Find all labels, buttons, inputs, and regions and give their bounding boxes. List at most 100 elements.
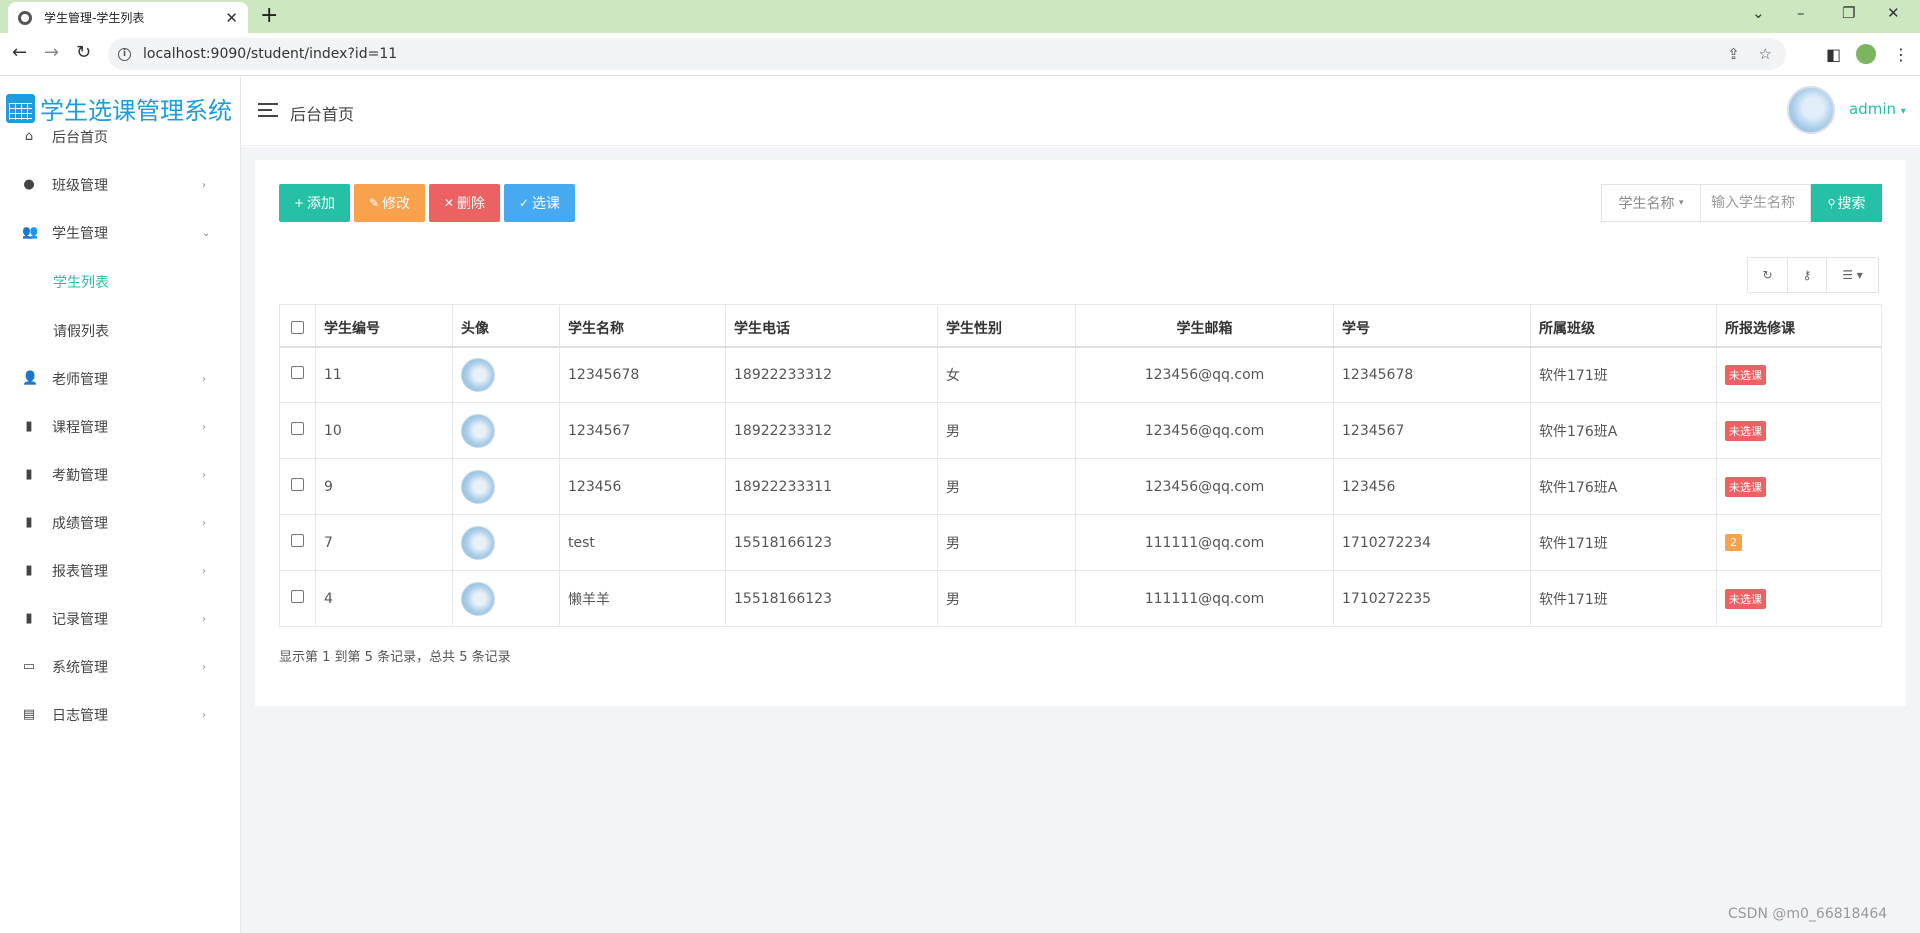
cell-class: 软件171班 (1530, 346, 1717, 403)
column-header[interactable]: 所报选修课 (1716, 304, 1882, 348)
row-checkbox[interactable] (291, 422, 304, 435)
columns-icon[interactable]: ☰ ▾ (1827, 258, 1878, 292)
table-row[interactable]: 11 12345678 18922233312 女 123456@qq.com … (279, 346, 1882, 403)
back-icon[interactable]: ← (12, 42, 27, 63)
course-count-badge: 2 (1725, 534, 1742, 551)
user-avatar[interactable] (1787, 86, 1835, 134)
bookmark-star-icon[interactable]: ☆ (1759, 45, 1772, 63)
add-button[interactable]: + 添加 (279, 184, 350, 222)
row-select-cell (279, 346, 316, 403)
avatar[interactable] (461, 357, 495, 392)
search-button[interactable]: ⚲ 搜索 (1811, 184, 1882, 222)
avatar[interactable] (461, 469, 495, 504)
users-icon: 👥 (22, 225, 39, 240)
window-close-icon[interactable]: ✕ (1887, 4, 1900, 22)
search-field-select[interactable]: 学生名称 ▾ (1601, 184, 1700, 222)
cell-phone: 18922233312 (725, 402, 938, 459)
select-all-checkbox[interactable] (291, 320, 304, 334)
cell-course: 未选课 (1716, 570, 1882, 627)
sidebar-item-course[interactable]: ▮ 课程管理 › (0, 403, 240, 451)
search-input[interactable] (1700, 184, 1811, 222)
cell-id: 9 (315, 458, 453, 515)
sidebar-item-teacher[interactable]: 👤 老师管理 › (0, 355, 240, 403)
cell-gender: 女 (937, 346, 1076, 403)
sidebar-item-system[interactable]: ▭ 系统管理 › (0, 643, 240, 691)
table-row[interactable]: 4 懒羊羊 15518166123 男 111111@qq.com 171027… (279, 570, 1882, 627)
cell-course: 未选课 (1716, 458, 1882, 515)
forward-icon[interactable]: → (44, 42, 59, 63)
sidebar-subitem-student-list[interactable]: 学生列表 (0, 257, 240, 306)
sidebar-subitem-leave-list[interactable]: 请假列表 (0, 306, 240, 355)
sidebar-item-class[interactable]: ● 班级管理 › (0, 161, 240, 209)
sidebar-item-record[interactable]: ▮ 记录管理 › (0, 595, 240, 643)
file-check-icon: ▮ (25, 515, 33, 530)
sidebar-item-label: 课程管理 (52, 420, 108, 436)
row-checkbox[interactable] (291, 366, 304, 380)
cell-gender: 男 (937, 514, 1076, 571)
cell-course: 未选课 (1716, 346, 1882, 403)
table-header-row: 学生编号 头像 学生名称 学生电话 学生性别 学生邮箱 学号 所属班级 所报选修… (279, 304, 1882, 348)
globe-icon (18, 10, 32, 25)
column-header[interactable]: 学生编号 (315, 304, 453, 348)
minimize-icon[interactable]: – (1797, 4, 1805, 22)
sidebar-item-report[interactable]: ▮ 报表管理 › (0, 547, 240, 595)
edit-label: 修改 (382, 196, 411, 212)
edit-button[interactable]: ✎ 修改 (354, 184, 425, 222)
check-icon: ✓ (518, 196, 530, 210)
reload-icon[interactable]: ↻ (76, 42, 91, 63)
refresh-icon[interactable]: ↻ (1748, 258, 1788, 292)
avatar[interactable] (461, 413, 495, 448)
address-bar[interactable]: i localhost:9090/student/index?id=11 ⇪ ☆ (108, 38, 1786, 70)
cell-avatar (452, 458, 560, 515)
sidebar-item-log[interactable]: ▤ 日志管理 › (0, 691, 240, 739)
column-header[interactable]: 学生邮箱 (1075, 304, 1334, 348)
restore-icon[interactable]: ❐ (1842, 4, 1855, 22)
row-checkbox[interactable] (291, 478, 304, 491)
home-icon: ⌂ (24, 129, 34, 144)
column-header[interactable]: 学号 (1333, 304, 1531, 348)
row-checkbox[interactable] (291, 534, 304, 547)
site-info-icon[interactable]: i (118, 47, 131, 61)
select-course-button[interactable]: ✓ 选课 (504, 184, 575, 222)
status-badge: 未选课 (1725, 364, 1766, 385)
column-header[interactable]: 所属班级 (1530, 304, 1717, 348)
delete-button[interactable]: ✕ 删除 (429, 184, 500, 222)
user-menu[interactable]: admin ▾ (1849, 100, 1906, 118)
cell-student-no: 12345678 (1333, 346, 1531, 403)
cell-gender: 男 (937, 570, 1076, 627)
cell-student-no: 1710272235 (1333, 570, 1531, 627)
tab-search-icon[interactable]: ⌄ (1752, 4, 1765, 22)
page-title[interactable]: 后台首页 (290, 101, 354, 125)
cell-phone: 15518166123 (725, 514, 938, 571)
row-checkbox[interactable] (291, 590, 304, 603)
cell-email: 123456@qq.com (1075, 458, 1334, 515)
column-header[interactable]: 学生名称 (559, 304, 726, 348)
cell-avatar (452, 346, 560, 403)
side-panel-icon[interactable]: ◧ (1826, 45, 1841, 64)
sidebar-item-student[interactable]: 👥 学生管理 ⌄ (0, 209, 240, 257)
menu-toggle-icon[interactable] (258, 103, 278, 117)
new-tab-icon[interactable]: + (260, 3, 278, 28)
share-icon[interactable]: ⇪ (1727, 45, 1740, 63)
column-header[interactable]: 学生电话 (725, 304, 938, 348)
file-icon: ▮ (25, 467, 33, 482)
avatar[interactable] (461, 525, 495, 560)
column-header[interactable]: 头像 (452, 304, 560, 348)
chevron-right-icon: › (202, 565, 206, 577)
key-icon[interactable]: ⚷ (1788, 258, 1827, 292)
sidebar-item-attendance[interactable]: ▮ 考勤管理 › (0, 451, 240, 499)
browser-tab[interactable]: 学生管理-学生列表 ✕ (8, 2, 248, 33)
sidebar-item-home[interactable]: ⌂ 后台首页 (0, 113, 240, 161)
avatar[interactable] (461, 581, 495, 616)
profile-avatar-icon[interactable] (1856, 44, 1876, 64)
search-icon: ⚲ (1827, 196, 1836, 210)
table-row[interactable]: 9 123456 18922233311 男 123456@qq.com 123… (279, 458, 1882, 515)
table-row[interactable]: 7 test 15518166123 男 111111@qq.com 17102… (279, 514, 1882, 571)
browser-menu-icon[interactable]: ⋮ (1893, 45, 1909, 64)
row-select-cell (279, 402, 316, 459)
column-header[interactable]: 学生性别 (937, 304, 1076, 348)
table-row[interactable]: 10 1234567 18922233312 男 123456@qq.com 1… (279, 402, 1882, 459)
sidebar-item-score[interactable]: ▮ 成绩管理 › (0, 499, 240, 547)
close-tab-icon[interactable]: ✕ (225, 9, 238, 27)
cell-phone: 18922233312 (725, 346, 938, 403)
